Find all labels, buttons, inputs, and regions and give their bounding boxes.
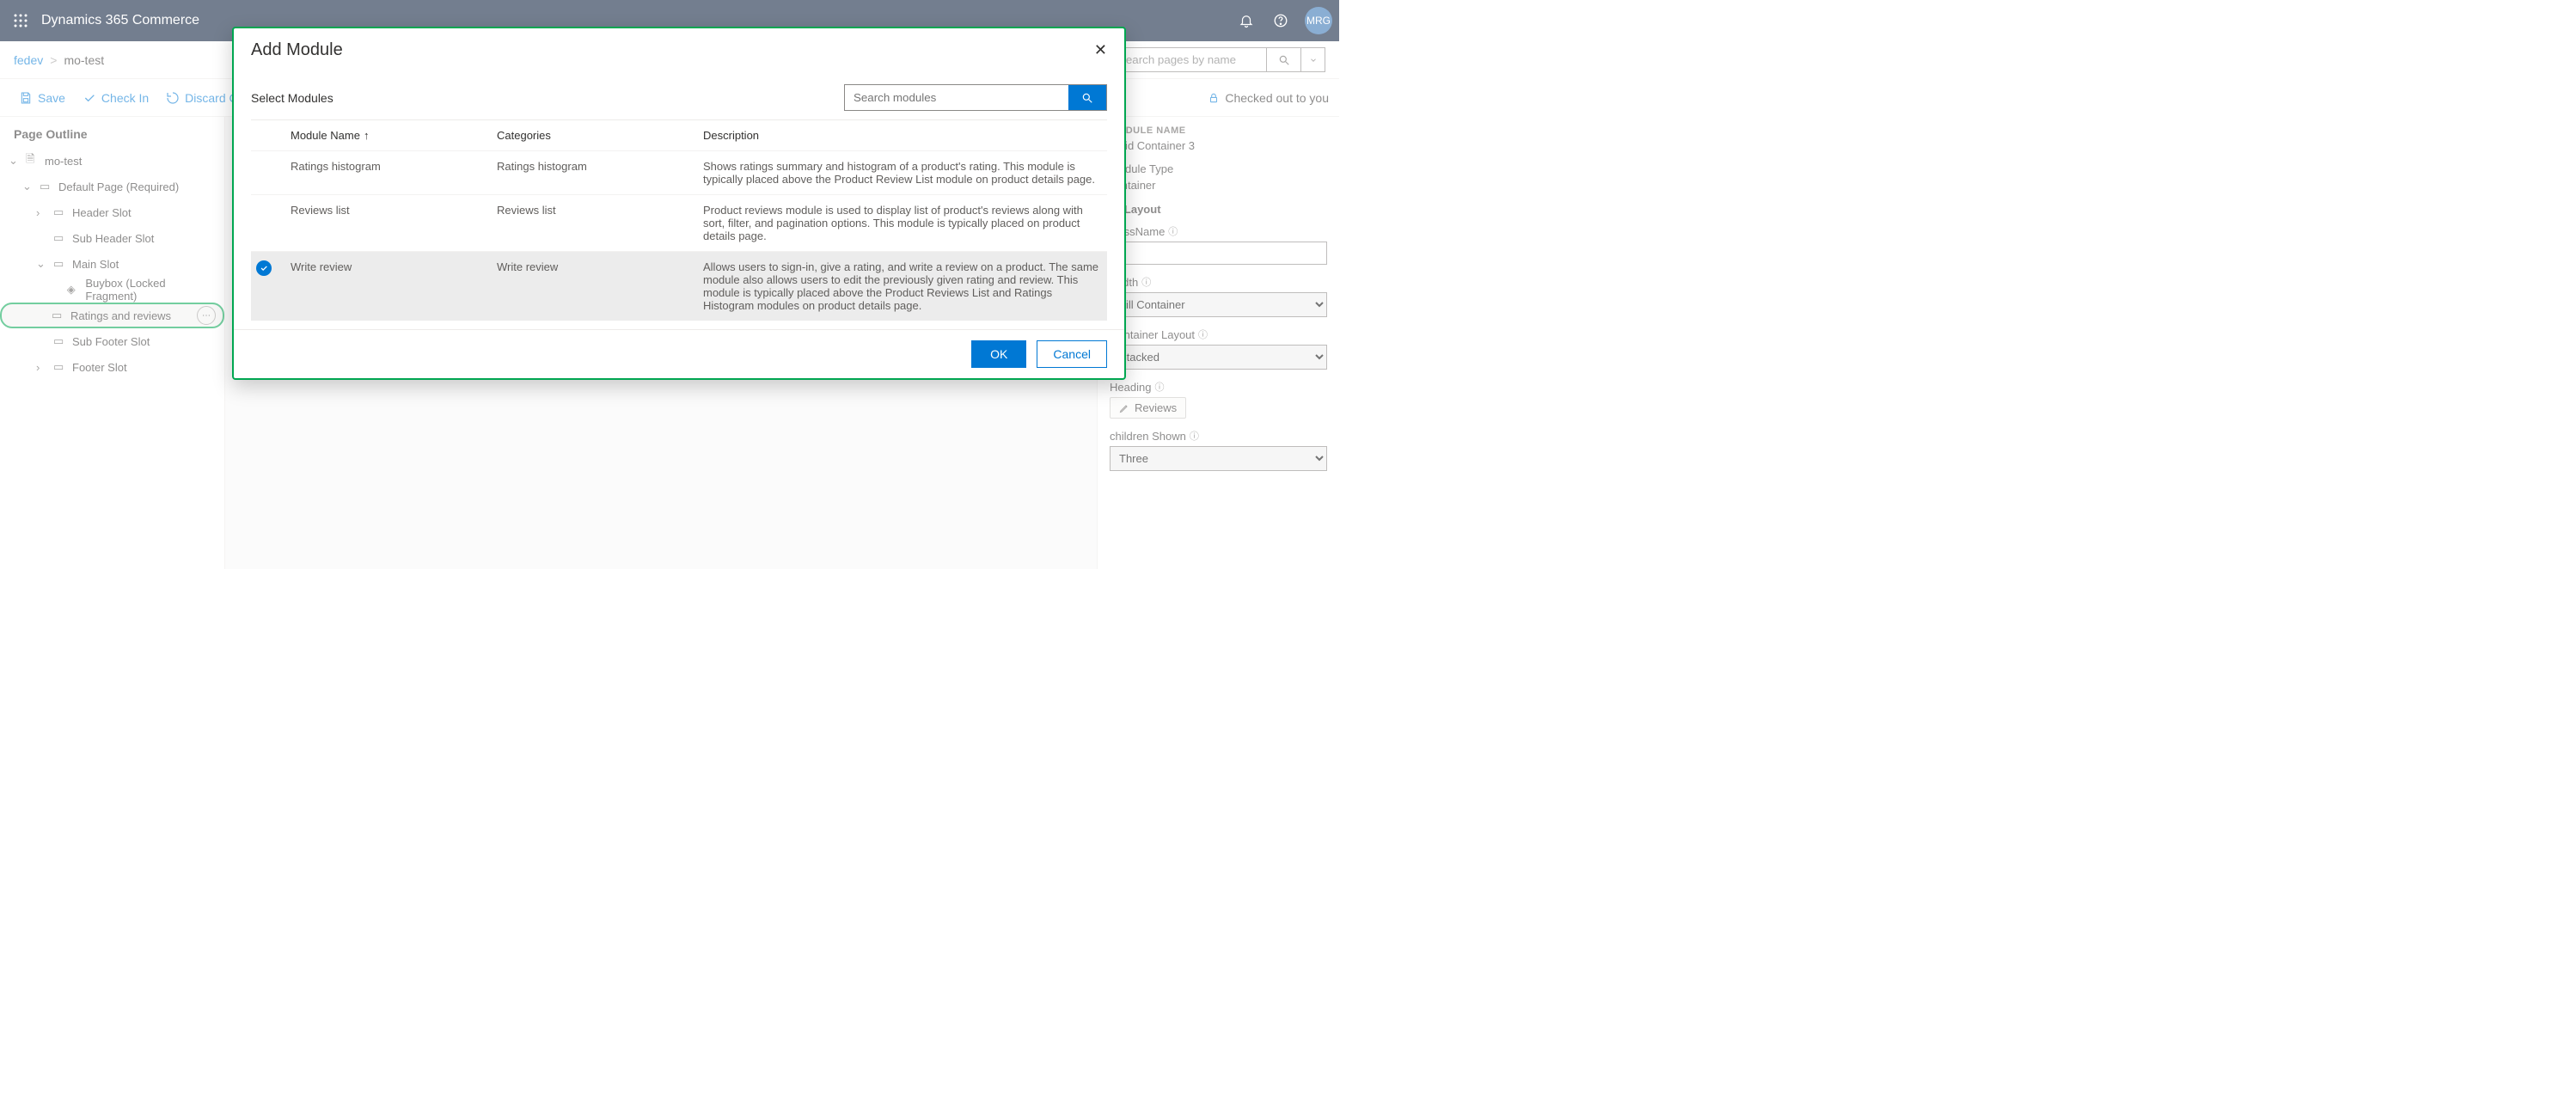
- grid-header: Module Name↑ Categories Description: [251, 120, 1107, 150]
- cell-desc: Product reviews module is used to displa…: [703, 204, 1102, 242]
- cell-desc: Shows ratings summary and histogram of a…: [703, 160, 1102, 186]
- cancel-button[interactable]: Cancel: [1037, 340, 1107, 368]
- add-module-dialog: Add Module ✕ Select Modules Module Name↑…: [232, 27, 1126, 380]
- col-module-name[interactable]: Module Name↑: [291, 129, 497, 142]
- col-categories[interactable]: Categories: [497, 129, 703, 142]
- module-search-input[interactable]: [845, 85, 1068, 110]
- cell-cat: Reviews list: [497, 204, 703, 217]
- cell-cat: Ratings histogram: [497, 160, 703, 173]
- grid-row-selected[interactable]: Write review Write review Allows users t…: [251, 251, 1107, 321]
- grid-row[interactable]: Reviews list Reviews list Product review…: [251, 194, 1107, 251]
- cell-name: Ratings histogram: [291, 160, 497, 173]
- grid-row[interactable]: Ratings histogram Ratings histogram Show…: [251, 150, 1107, 194]
- sort-up-icon: ↑: [364, 129, 370, 142]
- checkmark-icon: [256, 260, 272, 276]
- cell-desc: Allows users to sign-in, give a rating, …: [703, 260, 1102, 312]
- col-description[interactable]: Description: [703, 129, 1102, 142]
- cell-cat: Write review: [497, 260, 703, 273]
- module-search-button[interactable]: [1068, 85, 1106, 110]
- select-modules-label: Select Modules: [251, 91, 333, 105]
- ok-button[interactable]: OK: [971, 340, 1026, 368]
- dialog-title: Add Module: [251, 40, 343, 60]
- cell-name: Reviews list: [291, 204, 497, 217]
- module-grid: Module Name↑ Categories Description Rati…: [251, 119, 1107, 321]
- cell-name: Write review: [291, 260, 497, 273]
- module-search: [844, 84, 1107, 111]
- close-icon[interactable]: ✕: [1094, 41, 1107, 59]
